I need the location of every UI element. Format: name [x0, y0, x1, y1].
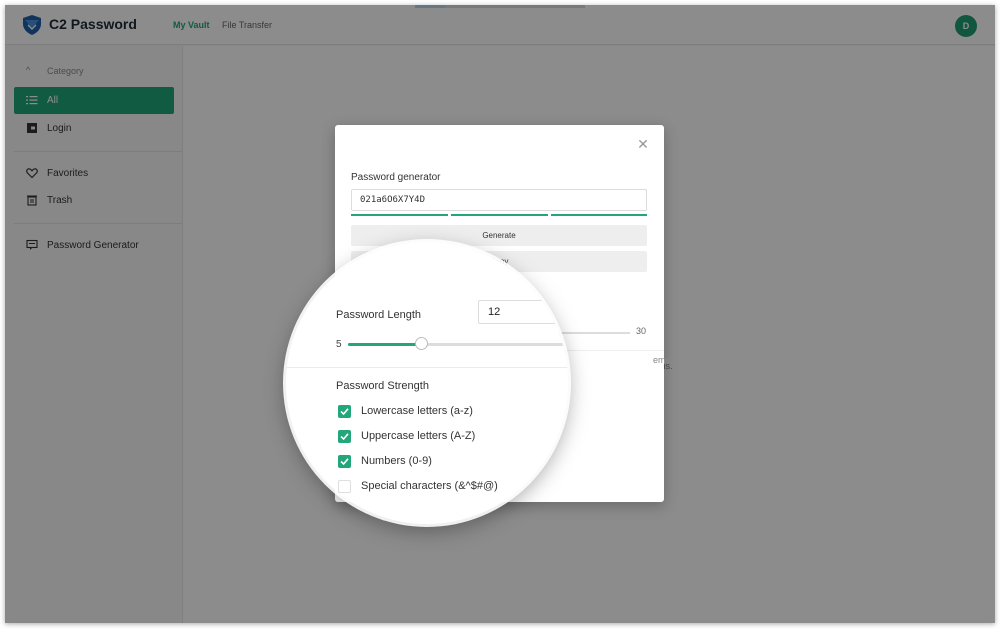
zoom-magnifier: Password Length 12 5 Password Strength L… [286, 242, 568, 524]
checkmark-icon [340, 408, 349, 416]
checkbox[interactable] [338, 430, 351, 443]
password-length-slider[interactable] [348, 343, 568, 346]
section-divider [286, 367, 568, 368]
slider-fill [348, 343, 421, 346]
checkbox[interactable] [338, 455, 351, 468]
option-numbers[interactable]: Numbers (0-9) [338, 454, 568, 470]
length-min-label: 5 [336, 339, 342, 350]
option-special[interactable]: Special characters (&^$#@) [338, 479, 568, 495]
length-max-label-background: 30 [636, 326, 647, 336]
option-label: Uppercase letters (A-Z) [361, 430, 476, 442]
checkbox[interactable] [338, 405, 351, 418]
checkbox[interactable] [338, 480, 351, 493]
generated-password-field[interactable]: 021a6O6X7Y4D [351, 189, 647, 211]
checkmark-icon [340, 458, 349, 466]
app-window: C2 Password My Vault File Transfer D ^ C… [5, 5, 995, 623]
empty-state-text-tail: ems. [653, 355, 673, 365]
slider-thumb[interactable] [414, 337, 428, 350]
close-icon[interactable]: ✕ [636, 137, 650, 151]
strength-bar-segment [451, 214, 548, 216]
generate-button[interactable]: Generate [351, 225, 647, 246]
password-length-label: Password Length [336, 309, 421, 321]
modal-title: Password generator [351, 172, 441, 183]
option-lowercase[interactable]: Lowercase letters (a-z) [338, 404, 568, 420]
password-strength-label: Password Strength [336, 380, 429, 392]
option-label: Lowercase letters (a-z) [361, 405, 473, 417]
strength-bar-segment [551, 214, 647, 216]
checkmark-icon [340, 433, 349, 441]
option-uppercase[interactable]: Uppercase letters (A-Z) [338, 429, 568, 445]
strength-bar-segment [351, 214, 448, 216]
option-label: Special characters (&^$#@) [361, 480, 498, 492]
password-length-value: 12 [488, 306, 501, 318]
generated-password-value: 021a6O6X7Y4D [360, 195, 426, 205]
password-length-input[interactable]: 12 [478, 300, 568, 324]
length-slider-track-background [550, 332, 630, 334]
option-label: Numbers (0-9) [361, 455, 432, 467]
